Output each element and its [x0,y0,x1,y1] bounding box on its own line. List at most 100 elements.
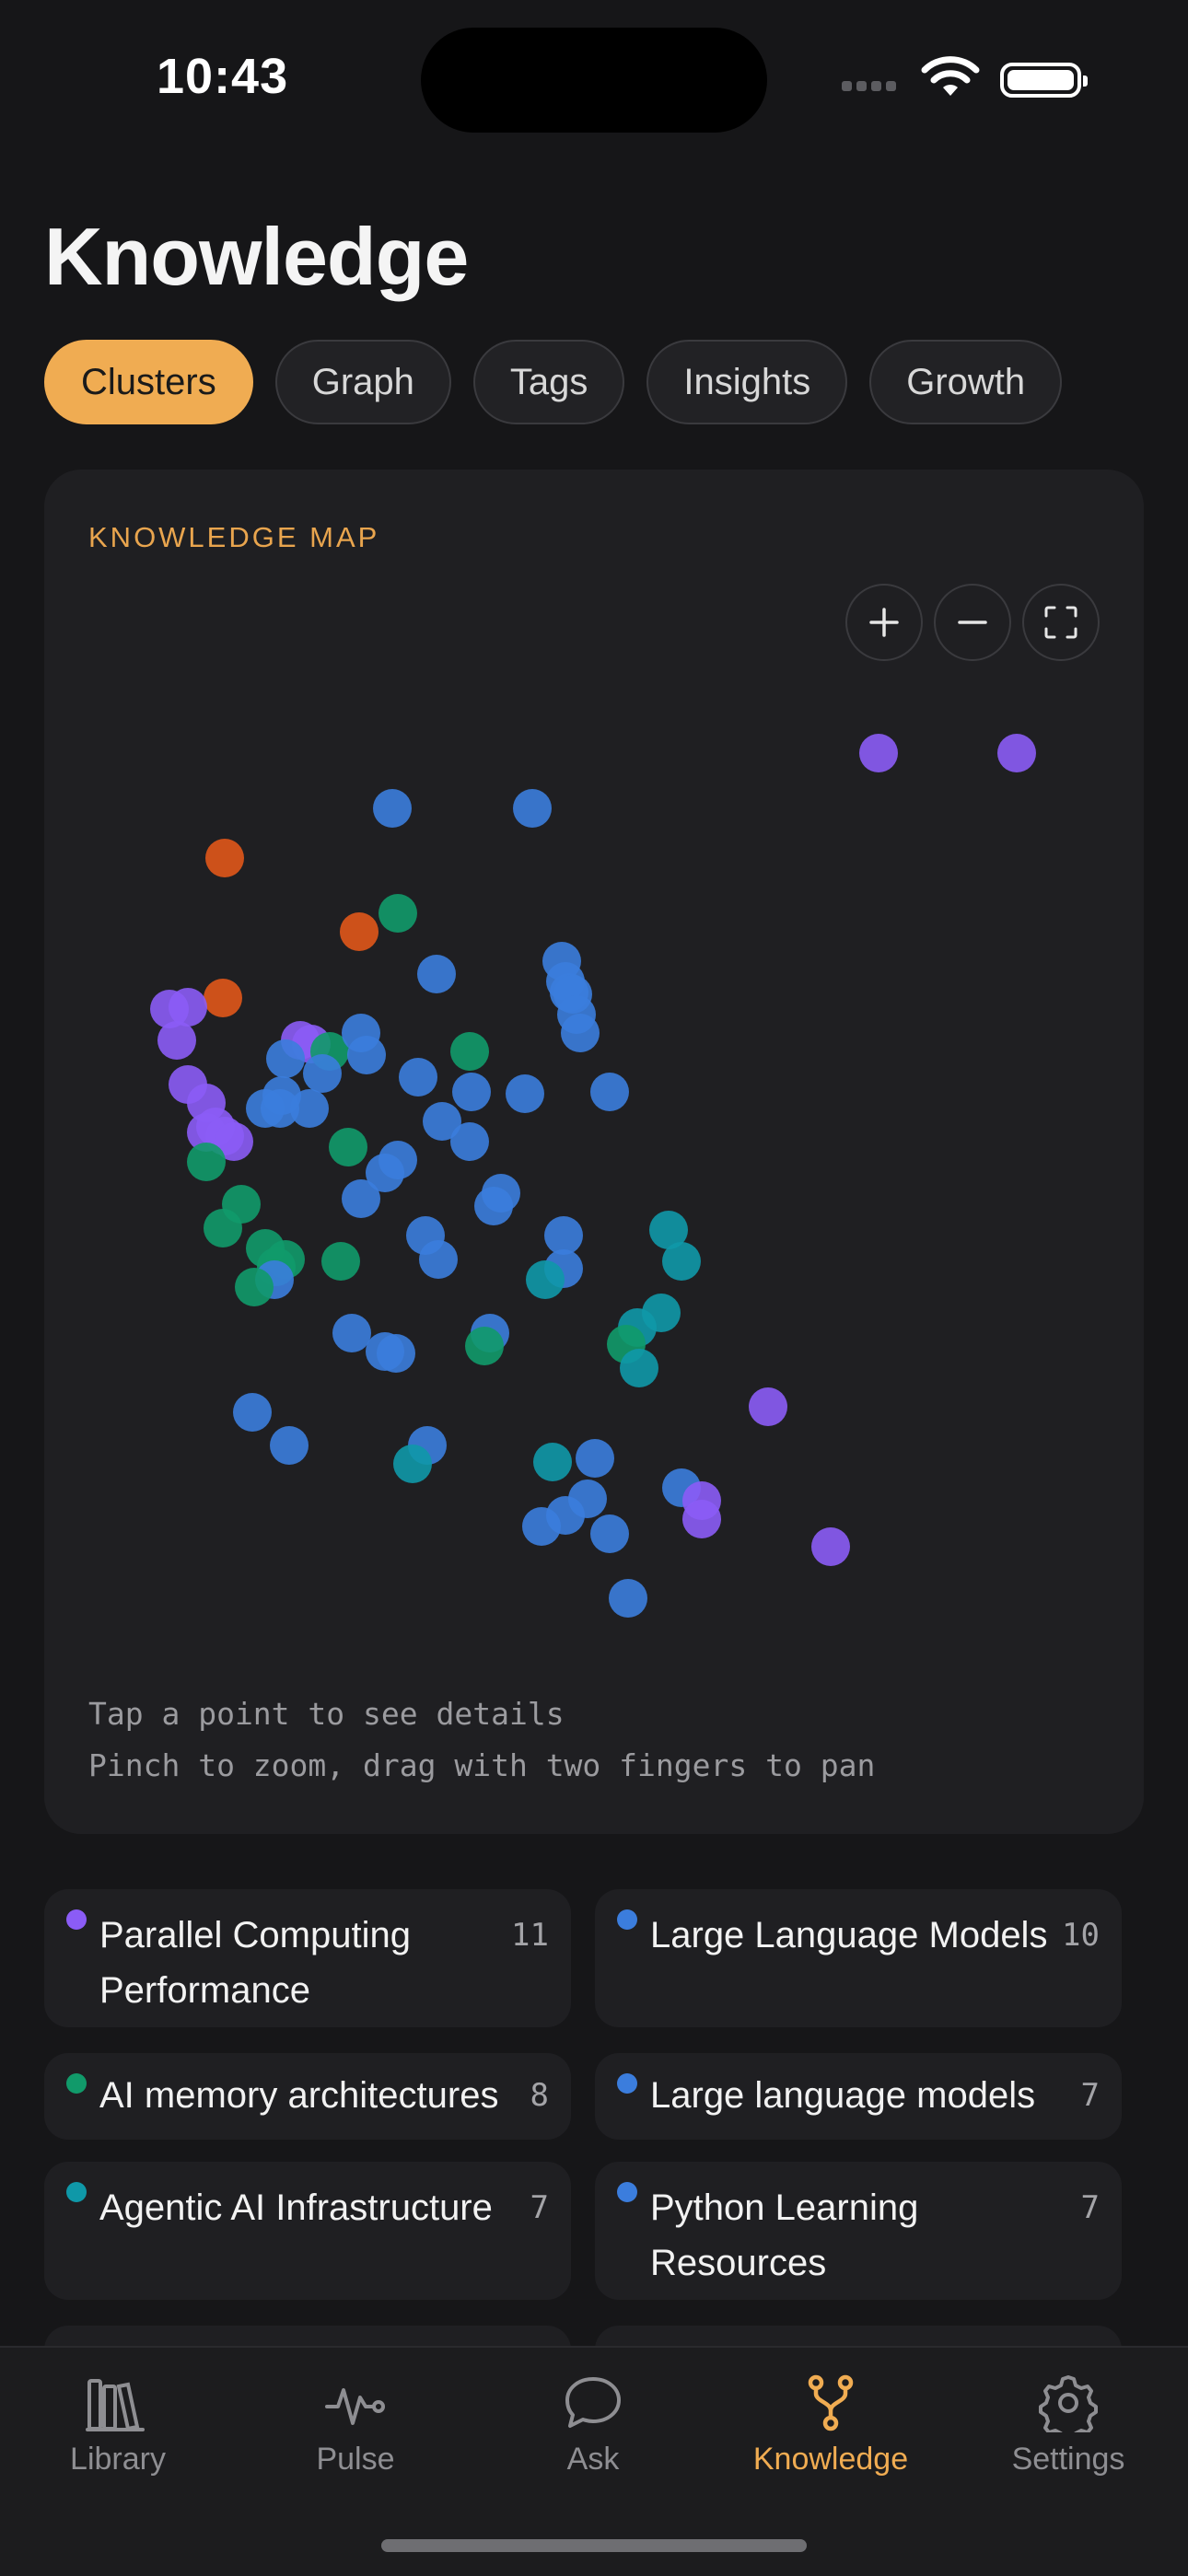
cluster-card[interactable]: Agentic AI Infrastructure 7 [44,2162,571,2300]
cluster-card[interactable]: Python Learning Resources 7 [595,2162,1122,2300]
cluster-count: 7 [1080,2189,1100,2226]
map-point-purple[interactable] [811,1527,850,1566]
branch-icon [808,2374,854,2431]
map-point-blue[interactable] [561,1014,600,1052]
cluster-color-dot [617,2182,637,2202]
map-point-blue[interactable] [266,1039,305,1078]
tab-tags[interactable]: Tags [472,340,625,424]
battery-icon [1000,63,1088,98]
tab-insights[interactable]: Insights [646,340,848,424]
tabbar-label: Library [70,2442,166,2477]
cluster-count: 10 [1062,1917,1100,1954]
knowledge-map-label: KNOWLEDGE MAP [88,521,380,553]
cluster-card[interactable]: Large Language Models 10 [595,1889,1122,2027]
tab-clusters[interactable]: Clusters [44,340,253,424]
map-point-teal[interactable] [533,1443,572,1481]
map-point-purple[interactable] [682,1500,721,1538]
map-point-blue[interactable] [347,1036,386,1074]
map-point-blue[interactable] [450,1122,489,1161]
tabbar-label: Settings [1011,2442,1125,2477]
tabbar-item-library[interactable]: Library [17,2373,219,2477]
plus-icon [869,608,899,637]
tabbar-label: Pulse [316,2442,395,2477]
knowledge-map-card: KNOWLEDGE MAP Tap a point to see details… [44,470,1144,1834]
tabbar-label: Knowledge [752,2442,909,2477]
map-point-blue[interactable] [419,1240,458,1279]
zoom-out-button[interactable] [934,584,1011,661]
cluster-color-dot [66,2073,87,2094]
map-point-teal[interactable] [620,1349,658,1387]
map-point-blue[interactable] [506,1074,544,1113]
cluster-card[interactable]: Large language models 7 [595,2053,1122,2140]
map-point-blue[interactable] [609,1579,647,1618]
map-point-green[interactable] [329,1128,367,1166]
tabbar-item-knowledge[interactable]: Knowledge [729,2373,932,2477]
map-point-blue[interactable] [270,1426,309,1465]
cluster-color-dot [617,1909,637,1930]
map-point-teal[interactable] [393,1445,432,1483]
map-point-blue[interactable] [290,1089,329,1128]
tab-graph[interactable]: Graph [274,340,451,424]
map-point-orange[interactable] [340,912,379,951]
fit-to-screen-button[interactable] [1022,584,1100,661]
tabbar-item-pulse[interactable]: Pulse [254,2373,457,2477]
tabbar-item-settings[interactable]: Settings [967,2373,1170,2477]
map-point-purple[interactable] [997,734,1036,772]
map-point-purple[interactable] [859,734,898,772]
page-title: Knowledge [44,211,469,302]
map-point-green[interactable] [235,1268,274,1306]
map-point-blue[interactable] [246,1089,285,1128]
cluster-count: 7 [1080,2077,1100,2114]
map-point-blue[interactable] [417,955,456,993]
map-point-blue[interactable] [522,1507,561,1546]
cluster-card[interactable]: AI memory architectures 8 [44,2053,571,2140]
map-point-blue[interactable] [233,1393,272,1432]
cluster-count: 7 [530,2189,549,2226]
cluster-count: 8 [530,2077,549,2114]
cluster-name: AI memory architectures [99,2075,499,2116]
map-point-purple[interactable] [749,1387,787,1426]
map-point-blue[interactable] [373,789,412,828]
map-point-purple[interactable] [169,988,207,1027]
map-point-blue[interactable] [303,1054,342,1093]
knowledge-map-canvas[interactable] [44,470,1144,1834]
cluster-card[interactable]: Parallel Computing Performance 11 [44,1889,571,2027]
fullscreen-icon [1044,606,1077,639]
status-bar: 10:43 [0,0,1188,157]
map-point-green[interactable] [187,1143,226,1181]
cluster-name: Large Language Models [650,1915,1048,1955]
cluster-color-dot [66,2182,87,2202]
tab-growth[interactable]: Growth [869,340,1063,424]
map-point-green[interactable] [450,1032,489,1071]
map-point-purple[interactable] [157,1021,196,1060]
zoom-in-button[interactable] [845,584,923,661]
map-point-teal[interactable] [526,1260,565,1299]
map-point-green[interactable] [465,1327,504,1365]
cluster-name: Parallel Computing Performance [99,1915,411,2011]
map-point-green[interactable] [379,894,417,933]
cluster-color-dot [617,2073,637,2094]
map-point-blue[interactable] [590,1073,629,1111]
map-point-blue[interactable] [452,1073,491,1111]
wifi-icon [921,56,980,96]
home-indicator [381,2539,807,2552]
map-point-blue[interactable] [399,1058,437,1097]
map-point-blue[interactable] [513,789,552,828]
tabbar-label: Ask [566,2442,620,2477]
map-point-green[interactable] [321,1242,360,1281]
map-point-blue[interactable] [377,1334,415,1373]
cellular-signal-icon [842,79,901,96]
map-point-blue[interactable] [342,1179,380,1218]
map-point-orange[interactable] [205,839,244,877]
map-point-blue[interactable] [544,1216,583,1255]
map-point-orange[interactable] [204,979,242,1017]
map-point-blue[interactable] [332,1314,371,1352]
map-point-green[interactable] [204,1209,242,1247]
view-tabs: Clusters Graph Tags Insights Growth [44,340,1063,424]
map-point-teal[interactable] [662,1242,701,1281]
map-point-blue[interactable] [474,1187,513,1225]
map-point-blue[interactable] [590,1514,629,1553]
library-icon [86,2379,145,2431]
map-point-blue[interactable] [576,1439,614,1478]
tabbar-item-ask[interactable]: Ask [492,2373,694,2477]
